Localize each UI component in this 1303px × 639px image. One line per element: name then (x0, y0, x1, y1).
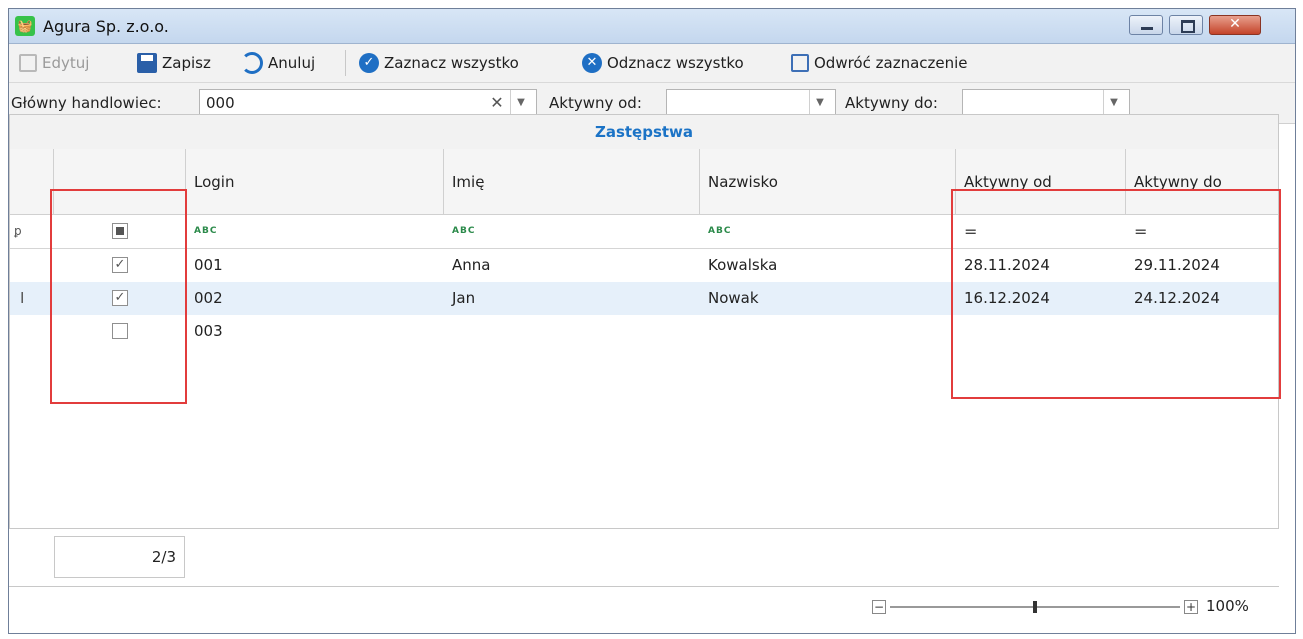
save-icon (137, 53, 157, 73)
toolbar: Edytuj Zapisz Anuluj ✓ Zaznacz wszystko … (9, 44, 1295, 83)
invert-selection-icon (791, 54, 809, 72)
column-header-login[interactable]: Login (186, 149, 444, 215)
app-basket-icon: 🧺 (15, 16, 35, 36)
window-title: Agura Sp. z.o.o. (43, 17, 169, 36)
title-bar: 🧺 Agura Sp. z.o.o. ✕ (9, 9, 1295, 44)
edit-icon (19, 54, 37, 72)
cell-login: 003 (194, 322, 223, 340)
edit-label: Edytuj (42, 54, 90, 72)
pin-icon: ꝑ (14, 224, 22, 238)
cell-nazwisko (700, 315, 708, 348)
toolbar-separator (345, 50, 346, 76)
cancel-label: Anuluj (268, 54, 316, 72)
main-dealer-value: 000 (206, 94, 235, 112)
zoom-level: 100% (1206, 597, 1249, 615)
cell-imie: Anna (452, 256, 491, 274)
nazwisko-filter-cell[interactable]: ABC (700, 215, 956, 248)
invert-selection-button[interactable]: Odwróć zaznaczenie (791, 51, 968, 75)
active-to-date[interactable]: ▼ (962, 89, 1130, 117)
zoom-slider-thumb[interactable] (1033, 601, 1037, 613)
chevron-down-icon[interactable]: ▼ (1103, 90, 1124, 116)
login-filter-cell[interactable]: ABC (186, 215, 444, 248)
main-dealer-combo[interactable]: 000 ✕ ▼ (199, 89, 537, 117)
zoom-out-button[interactable]: − (872, 600, 886, 614)
chevron-down-icon[interactable]: ▼ (809, 90, 830, 116)
main-dealer-label: Główny handlowiec: (11, 94, 162, 112)
active-from-date[interactable]: ▼ (666, 89, 836, 117)
cell-nazwisko: Nowak (708, 289, 759, 307)
cell-imie: Jan (452, 289, 476, 307)
zoom-in-button[interactable]: + (1184, 600, 1198, 614)
clear-icon[interactable]: ✕ (486, 90, 508, 116)
highlight-date-columns (951, 189, 1281, 399)
save-label: Zapisz (162, 54, 211, 72)
undo-icon (241, 52, 263, 74)
deselect-all-button[interactable]: ✕ Odznacz wszystko (582, 51, 744, 75)
cell-imie (444, 315, 452, 348)
select-all-label: Zaznacz wszystko (384, 54, 519, 72)
cancel-button[interactable]: Anuluj (241, 51, 315, 75)
cell-login: 001 (194, 256, 223, 274)
x-circle-icon: ✕ (582, 53, 602, 73)
active-to-label: Aktywny do: (845, 94, 938, 112)
row-indicator-header (10, 149, 54, 215)
record-counter: 2/3 (54, 536, 185, 578)
group-header: Zastępstwa (10, 115, 1278, 150)
cell-nazwisko: Kowalska (708, 256, 778, 274)
save-button[interactable]: Zapisz (137, 51, 211, 75)
minimize-button[interactable] (1129, 15, 1163, 35)
deselect-all-label: Odznacz wszystko (607, 54, 744, 72)
cell-login: 002 (194, 289, 223, 307)
chevron-down-icon[interactable]: ▼ (510, 90, 531, 116)
row-cursor-indicator: I (20, 289, 25, 307)
invert-label: Odwróć zaznaczenie (814, 54, 968, 72)
column-header-imie[interactable]: Imię (444, 149, 700, 215)
imie-filter-cell[interactable]: ABC (444, 215, 700, 248)
zoom-control: − + 100% (872, 597, 1272, 617)
column-header-nazwisko[interactable]: Nazwisko (700, 149, 956, 215)
check-circle-icon: ✓ (359, 53, 379, 73)
status-divider (9, 586, 1279, 587)
select-all-button[interactable]: ✓ Zaznacz wszystko (359, 51, 519, 75)
highlight-checkbox-column (50, 189, 187, 404)
close-button[interactable]: ✕ (1209, 15, 1261, 35)
active-from-label: Aktywny od: (549, 94, 642, 112)
edit-button[interactable]: Edytuj (19, 51, 89, 75)
maximize-button[interactable] (1169, 15, 1203, 35)
